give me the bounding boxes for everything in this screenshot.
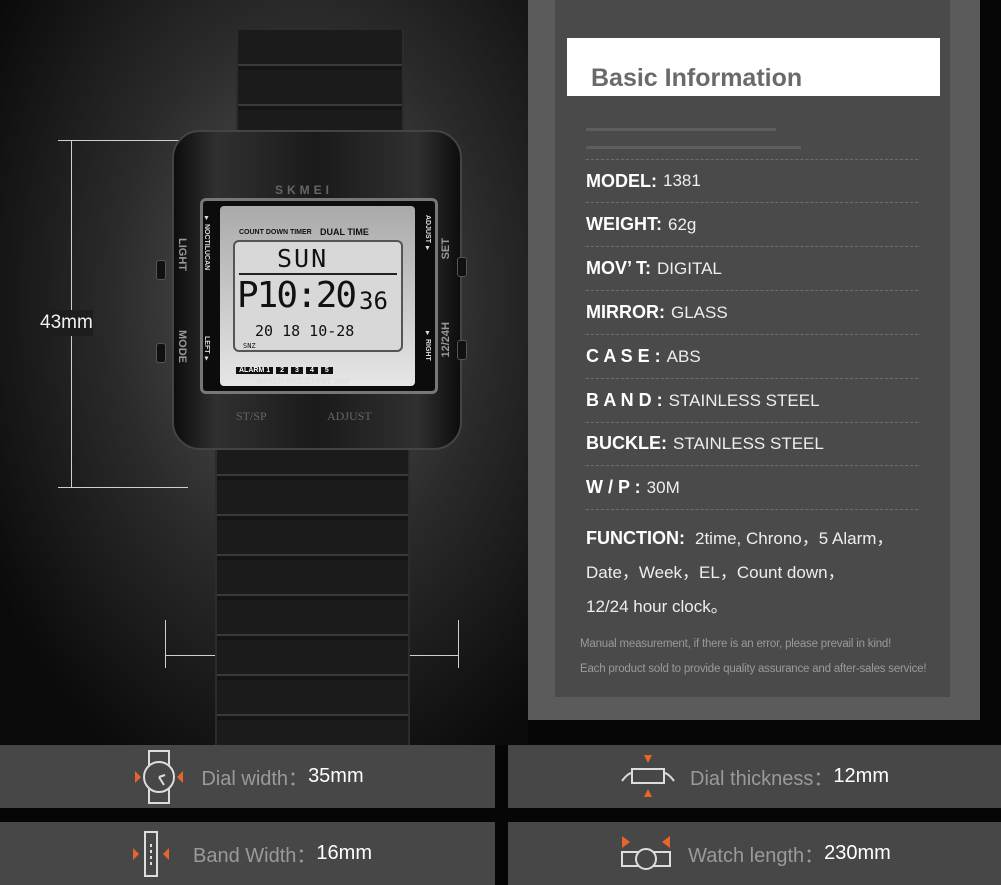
label-noctilucan: ▼ NOCTILUCAN (203, 215, 210, 271)
spec-panel-band-width: Band Width： 16mm (0, 822, 495, 885)
width-tick-right (458, 620, 459, 668)
blurred-text (586, 146, 801, 149)
spec-value: 12mm (833, 765, 889, 787)
countdown-label: COUNT DOWN TIMER (239, 229, 312, 236)
row-value: ABS (666, 346, 701, 366)
spec-panel-dial-width: Dial width： 35mm (0, 745, 495, 808)
band-width-icon (133, 830, 170, 877)
spec-row-movement: MOV’ T: DIGITAL (586, 247, 918, 291)
width-tick-left (165, 620, 166, 668)
row-value: 1381 (663, 171, 701, 190)
info-title-box: Basic Information (567, 38, 940, 96)
product-photo-area: 43mm 35mm LIGHT MODE SET 12/24H SKMEI ▼ … (0, 0, 528, 745)
alarm-indicators: ALARM 1 2 3 4 5 (236, 367, 333, 374)
alarm-4: 4 (305, 367, 318, 374)
disclaimer-note: Manual measurement, if there is an error… (580, 638, 892, 650)
row-value: 62g (668, 214, 697, 234)
case-label-set: SET (440, 238, 452, 260)
alarm-5: 5 (320, 367, 333, 374)
spec-value: 35mm (308, 765, 364, 787)
dial-thickness-icon (621, 754, 675, 797)
case-label-mode: MODE (176, 330, 188, 363)
brand-text: SKMEI (275, 183, 334, 197)
alarm-3: 3 (291, 367, 303, 374)
spec-value: 230mm (824, 842, 891, 864)
spec-panel-watch-length: Watch length： 230mm (508, 822, 1001, 885)
lcd-seconds: 36 (359, 287, 388, 315)
height-tick-bottom (58, 487, 188, 488)
watch-strap-top (236, 30, 404, 140)
label-left: LEFT ▼ (203, 336, 210, 363)
watch-strap-bottom (215, 440, 410, 745)
light-button (156, 260, 166, 280)
function-line: 12/24 hour clock。 (586, 597, 728, 616)
blurred-text (586, 128, 776, 131)
spec-label: Band Width： (193, 845, 317, 867)
row-label: C A S E : (586, 346, 661, 366)
function-label: FUNCTION: (586, 528, 685, 548)
row-value: GLASS (671, 302, 728, 322)
function-line: 2time, Chrono，5 Alarm， (694, 529, 894, 548)
row-value: STAINLESS STEEL (668, 390, 820, 410)
lcd-snz: SNZ (243, 342, 256, 350)
spec-row-weight: WEIGHT: 62g (586, 203, 918, 247)
info-title: Basic Information (591, 64, 803, 92)
row-label: WEIGHT: (586, 214, 662, 234)
label-right: ▼ RIGHT (424, 330, 431, 361)
row-value: STAINLESS STEEL (673, 433, 824, 453)
watch-length-icon (621, 835, 672, 870)
spec-row-case: C A S E : ABS (586, 335, 918, 379)
water-resistant-label: WATER RESISTANT 30M (256, 377, 350, 386)
lcd-time: P10:20 (237, 275, 357, 316)
spec-row-buckle: BUCKLE: STAINLESS STEEL (586, 422, 918, 466)
lcd-display: SUN P10:20 36 20 18 10-28 SNZ (233, 240, 403, 352)
spec-row-model: MODEL: 1381 (586, 159, 918, 203)
case-label-light: LIGHT (176, 238, 188, 271)
row-label: MODEL: (586, 170, 657, 191)
spec-row-water-proof: W / P :30M (586, 466, 918, 510)
spec-panel-dial-thickness: Dial thickness： 12mm (508, 745, 1001, 808)
lcd-date: 20 18 10-28 (255, 322, 355, 340)
function-line: Date，Week，EL，Count down， (586, 563, 845, 582)
row-value: DIGITAL (657, 258, 722, 278)
dial-width-icon (135, 749, 184, 804)
height-label: 43mm (40, 310, 93, 336)
function-row: FUNCTION: 2time, Chrono，5 Alarm， (586, 524, 893, 549)
st-sp-label: ST/SP (236, 409, 267, 423)
adjust-label: ADJUST (327, 409, 372, 423)
case-label-12-24h: 12/24H (440, 322, 452, 358)
row-label: BUCKLE: (586, 433, 667, 453)
dual-time-label: DUAL TIME (320, 227, 369, 237)
row-label: MIRROR: (586, 302, 665, 322)
12-24h-button (457, 340, 467, 360)
spec-label: Dial width： (201, 768, 309, 790)
set-button (457, 257, 467, 277)
row-label: W / P : (586, 477, 641, 497)
lcd-day: SUN (277, 244, 329, 273)
spec-value: 16mm (316, 842, 372, 864)
mode-button (156, 343, 166, 363)
spec-label: Watch length： (688, 845, 825, 867)
row-value: 30M (646, 477, 680, 497)
alarm-2: 2 (276, 367, 289, 374)
spec-row-band: B A N D : STAINLESS STEEL (586, 379, 918, 423)
row-label: MOV’ T: (586, 258, 652, 278)
spec-label: Dial thickness： (690, 768, 834, 790)
alarm-1: ALARM 1 (236, 367, 274, 374)
height-tick-top (58, 140, 188, 141)
row-label: B A N D : (586, 390, 663, 410)
label-adjust: ADJUST ▼ (424, 215, 431, 252)
spec-row-mirror: MIRROR: GLASS (586, 291, 918, 335)
service-note: Each product sold to provide quality ass… (580, 663, 927, 675)
